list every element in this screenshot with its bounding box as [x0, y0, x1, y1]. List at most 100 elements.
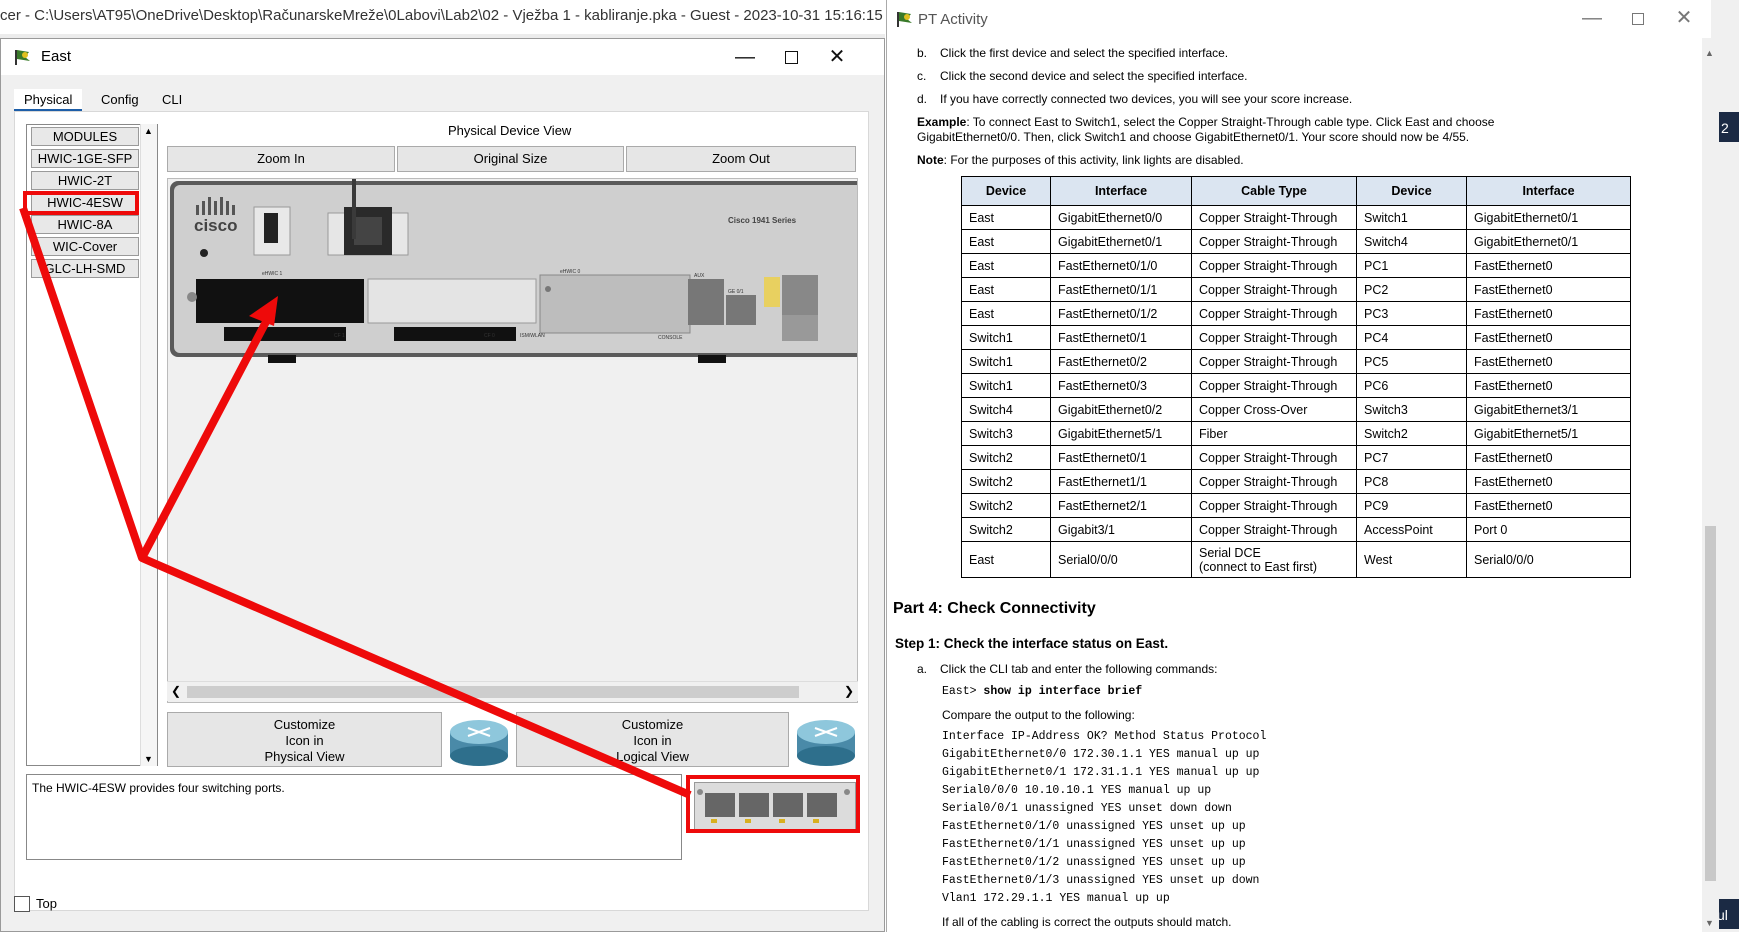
cli-prompt: East>	[942, 685, 977, 698]
table-cell: Copper Straight-Through	[1191, 445, 1357, 470]
scroll-up-arrow-icon[interactable]: ▲	[144, 126, 153, 136]
module-item[interactable]: HWIC-2T	[31, 171, 139, 190]
module-item[interactable]: WIC-Cover	[31, 237, 139, 256]
window-title: East	[41, 48, 72, 65]
pt-activity-title-bar[interactable]: PT Activity — ✕	[887, 0, 1711, 38]
minimize-button[interactable]: —	[722, 39, 768, 75]
table-cell: FastEthernet0	[1466, 301, 1631, 326]
table-cell: East	[961, 253, 1051, 278]
port-label: ISM/WLAN	[520, 333, 545, 339]
table-cell: Copper Straight-Through	[1191, 373, 1357, 398]
cli-command: East> show ip interface brief	[942, 685, 1142, 698]
table-cell: PC6	[1356, 373, 1467, 398]
step-letter: b.	[917, 46, 928, 60]
scrollbar-thumb[interactable]	[1705, 526, 1716, 881]
table-cell: FastEthernet0/1/1	[1050, 277, 1192, 302]
close-button[interactable]: ✕	[1661, 0, 1707, 36]
scroll-left-arrow-icon[interactable]: ❮	[171, 684, 181, 698]
table-cell: FastEthernet0/1/0	[1050, 253, 1192, 278]
table-cell: Switch4	[1356, 229, 1467, 254]
device-view-horizontal-scrollbar[interactable]: ❮ ❯	[167, 681, 858, 701]
physical-device-view: cisco Cisco 1941 Series eHWIC 1 eHWIC 0 …	[167, 178, 858, 703]
scroll-right-arrow-icon[interactable]: ❯	[844, 684, 854, 698]
note-paragraph: Note: For the purposes of this activity,…	[917, 153, 1244, 167]
close-button[interactable]: ✕	[814, 39, 860, 75]
maximize-button[interactable]	[1615, 0, 1661, 36]
table-cell: FastEthernet0	[1466, 493, 1631, 518]
modules-header: MODULES	[31, 127, 139, 146]
table-cell: GigabitEthernet0/1	[1466, 205, 1631, 230]
tab-config[interactable]: Config	[91, 89, 149, 111]
module-item[interactable]: HWIC-8A	[31, 215, 139, 234]
minimize-button[interactable]: —	[1569, 0, 1615, 36]
example-text-line2: GigabitEthernet0/0. Then, click Switch1 …	[917, 130, 1470, 144]
table-cell: Fiber	[1191, 421, 1357, 446]
table-cell: Switch2	[961, 493, 1051, 518]
table-cell: GigabitEthernet5/1	[1050, 421, 1192, 446]
table-cell: Serial0/0/0	[1050, 541, 1192, 578]
example-label: Example	[917, 115, 967, 129]
example-paragraph: Example: To connect East to Switch1, sel…	[917, 115, 1494, 129]
table-row: East FastEthernet0/1/0 Copper Straight-Thr…	[961, 253, 1631, 278]
button-label-line: Customize	[621, 717, 684, 732]
zoom-in-button[interactable]: Zoom In	[167, 146, 395, 172]
port-label: GE 0/1	[728, 289, 744, 295]
pt-activity-vertical-scrollbar[interactable]: ▲ ▼	[1702, 38, 1719, 932]
cli-output-line: Serial0/0/1 unassigned YES unset down do…	[942, 802, 1232, 815]
table-cell: Switch3	[1356, 397, 1467, 422]
table-cell: Copper Straight-Through	[1191, 229, 1357, 254]
customize-physical-icon-button[interactable]: Customize Icon in Physical View	[167, 712, 442, 767]
table-cell: FastEthernet2/1	[1050, 493, 1192, 518]
cli-output-line: GigabitEthernet0/0 172.30.1.1 YES manual…	[942, 748, 1260, 761]
column-header: Interface	[1466, 176, 1631, 206]
table-row: Switch1 FastEthernet0/1 Copper Straight-Th…	[961, 325, 1631, 350]
table-cell: Port 0	[1466, 517, 1631, 542]
cli-output-line: Vlan1 172.29.1.1 YES manual up up	[942, 892, 1170, 905]
slot-label: eHWIC 1	[262, 271, 283, 277]
east-title-bar[interactable]: East — ✕	[1, 39, 884, 75]
table-row: Switch3 GigabitEthernet5/1 Fiber Switch2 Gig…	[961, 421, 1631, 446]
button-label-line: Icon in	[285, 733, 324, 748]
table-row: Switch1 FastEthernet0/2 Copper Straight-Th…	[961, 349, 1631, 374]
table-cell: PC4	[1356, 325, 1467, 350]
table-cell: FastEthernet0/3	[1050, 373, 1192, 398]
router-icon	[797, 720, 855, 766]
table-row: East Serial0/0/0 Serial DCE (connect to Ea…	[961, 541, 1631, 578]
customize-logical-icon-button[interactable]: Customize Icon in Logical View	[516, 712, 789, 767]
router-chassis-image: cisco Cisco 1941 Series eHWIC 1 eHWIC 0 …	[170, 179, 857, 363]
table-row: Switch2 FastEthernet2/1 Copper Straight-Th…	[961, 493, 1631, 518]
table-cell: FastEthernet0	[1466, 349, 1631, 374]
scroll-down-arrow-icon[interactable]: ▼	[1705, 918, 1714, 928]
cli-output-line: FastEthernet0/1/0 unassigned YES unset u…	[942, 820, 1246, 833]
packet-tracer-icon	[897, 12, 912, 27]
table-cell: GigabitEthernet0/0	[1050, 205, 1192, 230]
cli-output-line: GigabitEthernet0/1 172.31.1.1 YES manual…	[942, 766, 1260, 779]
modules-scrollbar[interactable]: ▲ ▼	[140, 124, 157, 766]
table-cell: FastEthernet0	[1466, 373, 1631, 398]
table-row: Switch2 Gigabit3/1 Copper Straight-Through…	[961, 517, 1631, 542]
module-item[interactable]: GLC-LH-SMD	[31, 259, 139, 278]
cli-output-line: FastEthernet0/1/2 unassigned YES unset u…	[942, 856, 1246, 869]
zoom-out-button[interactable]: Zoom Out	[626, 146, 856, 172]
scrollbar-thumb[interactable]	[187, 686, 799, 698]
original-size-button[interactable]: Original Size	[397, 146, 624, 172]
table-cell: Copper Straight-Through	[1191, 277, 1357, 302]
annotation-box-module-image	[686, 775, 860, 833]
top-checkbox-label: Top	[36, 896, 57, 911]
router-model-text: Cisco 1941 Series	[728, 216, 797, 225]
table-cell: PC3	[1356, 301, 1467, 326]
scroll-down-arrow-icon[interactable]: ▼	[144, 754, 153, 764]
cli-output-line: Serial0/0/0 10.10.10.1 YES manual up up	[942, 784, 1212, 797]
router-icon	[450, 720, 508, 766]
top-checkbox[interactable]	[14, 896, 30, 912]
maximize-button[interactable]	[768, 39, 814, 75]
cli-output-line: FastEthernet0/1/1 unassigned YES unset u…	[942, 838, 1246, 851]
table-cell: Switch2	[1356, 421, 1467, 446]
tab-physical[interactable]: Physical	[14, 89, 83, 111]
tab-cli[interactable]: CLI	[152, 89, 192, 111]
scroll-up-arrow-icon[interactable]: ▲	[1705, 48, 1714, 58]
module-item[interactable]: HWIC-1GE-SFP	[31, 149, 139, 168]
table-cell: PC9	[1356, 493, 1467, 518]
column-header: Device	[961, 176, 1051, 206]
slot-label: eHWIC 0	[560, 269, 581, 275]
